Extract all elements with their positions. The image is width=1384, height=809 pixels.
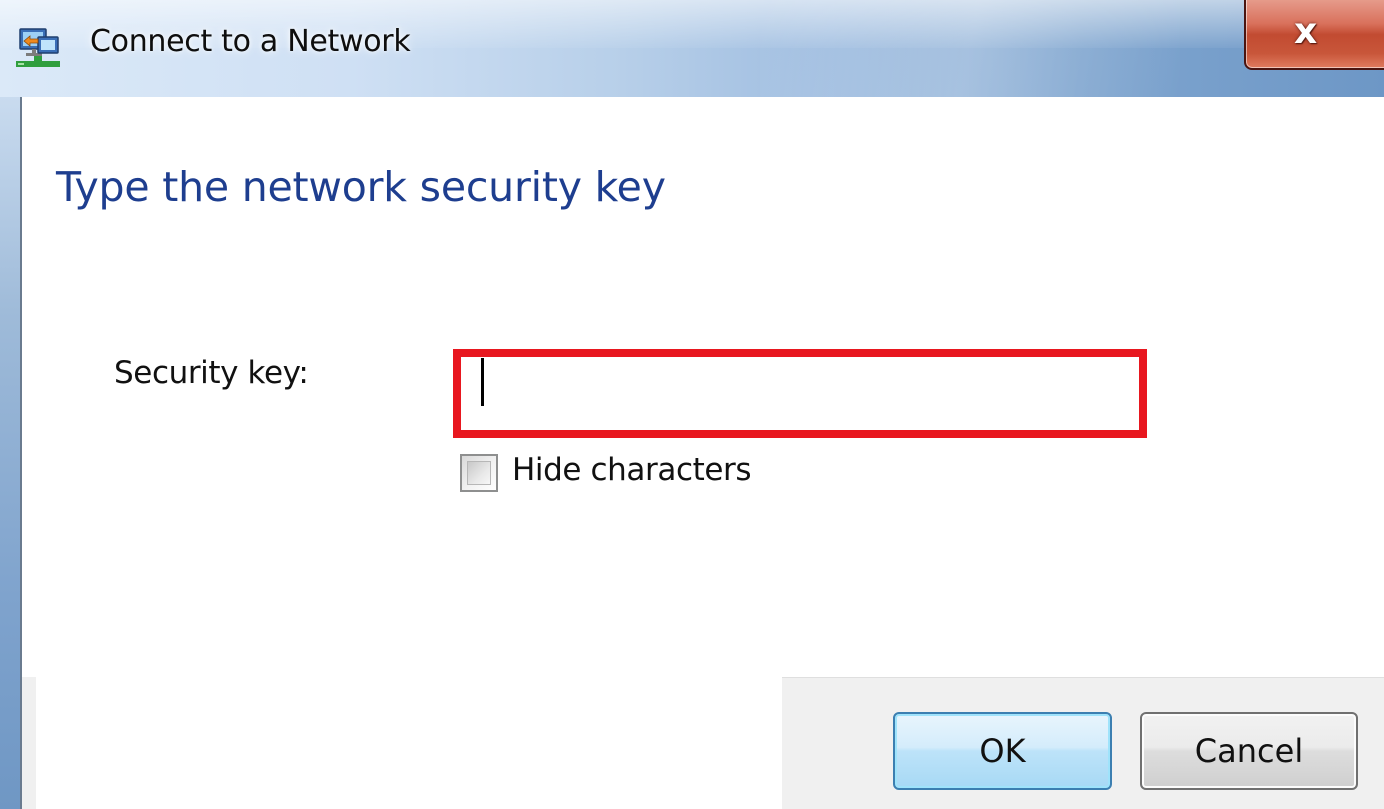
window-title: Connect to a Network xyxy=(90,24,411,59)
connect-network-dialog: Connect to a Network x Type the network … xyxy=(0,0,1384,809)
hide-characters-checkbox[interactable] xyxy=(460,454,498,492)
title-bar-glass-streak xyxy=(760,0,1180,97)
network-connect-icon xyxy=(16,28,60,67)
close-button[interactable]: x xyxy=(1244,0,1384,70)
security-key-input[interactable] xyxy=(466,360,1136,426)
checkbox-box xyxy=(467,461,491,485)
hide-characters-label[interactable]: Hide characters xyxy=(512,452,752,488)
title-bar[interactable]: Connect to a Network x xyxy=(0,0,1384,97)
close-icon: x xyxy=(1294,11,1318,52)
footer-strip-left xyxy=(22,677,36,809)
text-caret xyxy=(481,358,484,406)
main-instruction: Type the network security key xyxy=(56,163,666,211)
window-frame-left xyxy=(0,97,22,809)
cancel-button[interactable]: Cancel xyxy=(1140,712,1358,790)
ok-button[interactable]: OK xyxy=(893,712,1112,790)
security-key-label: Security key: xyxy=(114,355,309,391)
